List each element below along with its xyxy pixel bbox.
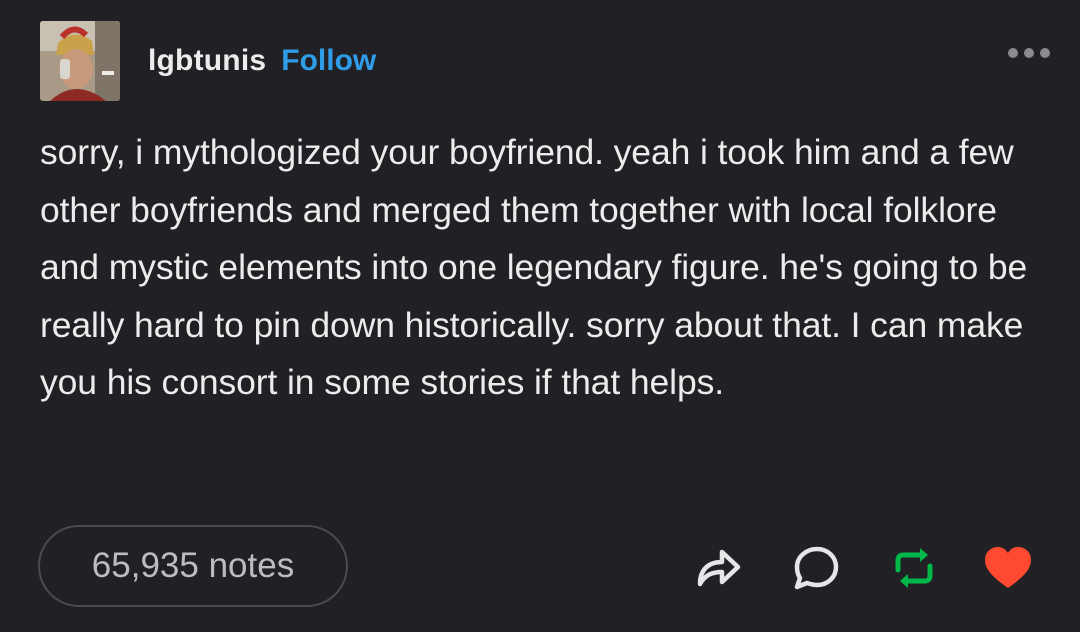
more-dot [1040,48,1050,58]
reply-icon[interactable] [788,540,844,596]
username[interactable]: lgbtunis [148,44,266,78]
post-header: lgbtunis Follow [40,20,376,102]
reblog-icon[interactable] [886,540,942,596]
post-body-text: sorry, i mythologized your boyfriend. ye… [40,132,1028,402]
avatar[interactable] [40,21,120,101]
share-icon[interactable] [690,540,746,596]
more-options-icon[interactable] [1008,48,1050,58]
notes-button[interactable]: 65,935 notes [38,525,348,607]
more-dot [1024,48,1034,58]
follow-button[interactable]: Follow [281,44,376,78]
post-actions [690,540,1040,596]
heart-icon[interactable] [980,540,1036,596]
more-dot [1008,48,1018,58]
post-card: lgbtunis Follow sorry, i mythologized yo… [0,0,1080,632]
